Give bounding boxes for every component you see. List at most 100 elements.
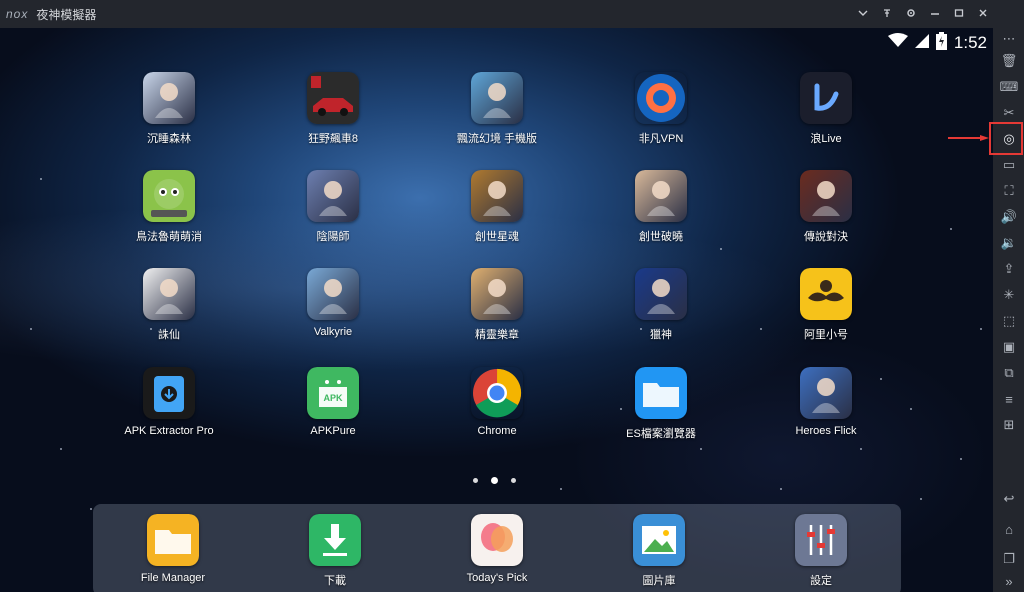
app-label: 誅仙 <box>158 329 180 341</box>
trash-icon[interactable]: 🗑 <box>997 50 1021 72</box>
page-dot-active[interactable] <box>491 477 498 484</box>
folder-icon <box>635 367 687 419</box>
star <box>560 488 562 490</box>
app-18[interactable]: Chrome <box>432 367 562 437</box>
dock-app-3[interactable]: Today's Pick <box>432 514 562 584</box>
live-icon <box>800 72 852 124</box>
app-label: 創世破曉 <box>639 231 683 243</box>
signal-icon <box>914 33 929 53</box>
racing-icon <box>307 72 359 124</box>
window-controls <box>857 0 988 28</box>
app-11[interactable]: 誅仙 <box>104 268 234 342</box>
add-icon[interactable]: ⊞ <box>997 414 1021 436</box>
multi-instance-icon[interactable]: ⧉ <box>997 362 1021 384</box>
screenshot-icon[interactable]: ⬚ <box>997 310 1021 332</box>
app-8[interactable]: 創世星魂 <box>432 170 562 244</box>
screen-icon[interactable]: ▭ <box>997 154 1021 176</box>
app-9[interactable]: 創世破曉 <box>596 170 726 244</box>
fullscreen-icon[interactable]: ⛶ <box>997 180 1021 202</box>
dock-app-1[interactable]: File Manager <box>108 514 238 584</box>
android-icon <box>143 367 195 419</box>
volume-down-icon[interactable]: 🔉 <box>997 232 1021 254</box>
close-icon[interactable] <box>977 8 988 21</box>
pin-icon[interactable] <box>881 8 892 21</box>
app-12[interactable]: Valkyrie <box>268 268 398 338</box>
shake-icon[interactable]: ✳ <box>997 284 1021 306</box>
app-13[interactable]: 精靈樂章 <box>432 268 562 342</box>
page-indicator <box>473 477 516 484</box>
dock-app-label: 設定 <box>810 575 832 587</box>
app-4[interactable]: 非凡VPN <box>596 72 726 146</box>
recent-apps-icon[interactable]: ❐ <box>997 548 1021 570</box>
app-7[interactable]: 陰陽師 <box>268 170 398 244</box>
settings-icon[interactable] <box>905 8 916 21</box>
app-label: 飄流幻境 手機版 <box>456 133 538 145</box>
download-icon <box>309 514 361 566</box>
bird-icon <box>143 170 195 222</box>
nox-logo: nox <box>6 7 29 21</box>
app-20[interactable]: Heroes Flick <box>761 367 891 437</box>
page-dot[interactable] <box>473 478 478 483</box>
app-label: APKPure <box>310 425 356 437</box>
title-bar: nox 夜神模擬器 <box>0 0 1024 28</box>
star <box>780 488 782 490</box>
scissors-icon[interactable]: ✂ <box>997 102 1021 124</box>
app-14[interactable]: 獵神 <box>596 268 726 342</box>
menu-icon[interactable]: ≡ <box>997 388 1021 410</box>
app-label: 狂野飆車8 <box>307 133 359 145</box>
star <box>960 458 962 460</box>
apk-install-icon[interactable]: ⇪ <box>997 258 1021 280</box>
back-icon[interactable]: ↩ <box>997 488 1021 510</box>
minimize-icon[interactable] <box>929 8 940 21</box>
app-label: 阿里小号 <box>804 329 848 341</box>
app-3[interactable]: 飄流幻境 手機版 <box>432 72 562 146</box>
expand-icon[interactable]: » <box>997 570 1021 592</box>
volume-up-icon[interactable]: 🔊 <box>997 206 1021 228</box>
app-6[interactable]: 鳥法魯萌萌消 <box>104 170 234 244</box>
app-5[interactable]: 浪Live <box>761 72 891 146</box>
record-icon[interactable]: ▣ <box>997 336 1021 358</box>
app-19[interactable]: ES檔案瀏覽器 <box>596 367 726 441</box>
app-15[interactable]: 阿里小号 <box>761 268 891 342</box>
dock-app-2[interactable]: 下載 <box>270 514 400 588</box>
game-icon <box>143 268 195 320</box>
dock-app-label: Today's Pick <box>466 572 528 584</box>
page-dot[interactable] <box>511 478 516 483</box>
pointer-arrow <box>948 135 989 141</box>
game-icon <box>800 367 852 419</box>
star <box>920 498 922 500</box>
more-icon[interactable]: ⋯ <box>997 28 1021 50</box>
maximize-icon[interactable] <box>953 8 964 21</box>
star <box>720 248 722 250</box>
app-label: 浪Live <box>810 133 842 145</box>
star <box>90 508 92 510</box>
star <box>910 408 912 410</box>
app-label: ES檔案瀏覽器 <box>626 428 696 440</box>
location-button-highlight <box>989 122 1023 155</box>
nox-toolbar: ⋯ 🗑 ⌨ ✂ ◎ ▭ ⛶ 🔊 🔉 ⇪ ✳ ⬚ ▣ ⧉ ≡ ⊞ ↩ ⌂ ❐» <box>993 28 1024 592</box>
dock-app-label: 圖片庫 <box>642 575 676 587</box>
app-2[interactable]: 狂野飆車8 <box>268 72 398 146</box>
app-label: 非凡VPN <box>638 133 684 145</box>
status-bar: 1:52 <box>887 31 987 55</box>
vpn-icon <box>635 72 687 124</box>
app-16[interactable]: APK Extractor Pro <box>104 367 234 437</box>
app-17[interactable]: APK APKPure <box>268 367 398 437</box>
star <box>60 448 62 450</box>
star <box>30 328 32 330</box>
home-icon[interactable]: ⌂ <box>997 518 1021 540</box>
app-label: APK Extractor Pro <box>124 425 214 437</box>
star <box>860 448 862 450</box>
dock-app-5[interactable]: 設定 <box>756 514 886 588</box>
chevron-down-icon[interactable] <box>857 8 868 20</box>
app-10[interactable]: 傳說對決 <box>761 170 891 244</box>
battery-icon <box>935 31 947 55</box>
game-icon <box>635 170 687 222</box>
dock-app-label: 下載 <box>324 575 346 587</box>
keyboard-icon[interactable]: ⌨ <box>997 76 1021 98</box>
game-icon <box>143 72 195 124</box>
app-label: 傳說對決 <box>804 231 848 243</box>
app-1[interactable]: 沉睡森林 <box>104 72 234 146</box>
star <box>950 228 952 230</box>
dock-app-4[interactable]: 圖片庫 <box>594 514 724 588</box>
